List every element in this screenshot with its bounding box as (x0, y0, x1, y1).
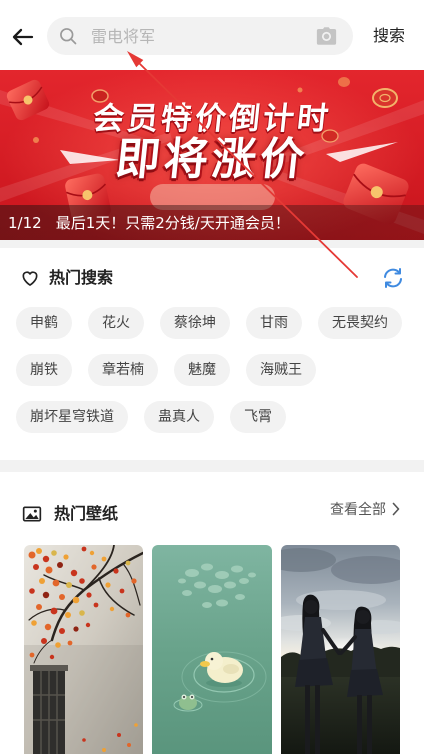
hot-search-title: 热门搜索 (49, 268, 114, 287)
search-tag[interactable]: 崩铁 (16, 354, 72, 386)
search-tag[interactable]: 申鹤 (16, 307, 72, 339)
search-tag[interactable]: 甘雨 (246, 307, 302, 339)
banner-subheadline: 即将涨价 (113, 134, 311, 185)
view-all-label: 查看全部 (330, 502, 386, 518)
image-icon (22, 504, 42, 524)
search-input[interactable] (91, 17, 301, 55)
wallpaper-thumbnail (152, 545, 272, 754)
section-divider (0, 460, 424, 472)
heart-icon (20, 268, 40, 288)
banner-caption-bar: 1/12 最后1天！只需2分钱/天开通会员！ (0, 205, 424, 240)
arrow-left-glyph (12, 28, 34, 46)
search-tag[interactable]: 海贼王 (246, 354, 316, 386)
search-tag[interactable]: 崩坏星穹铁道 (16, 401, 128, 433)
hot-search-tags: 申鹤 花火 蔡徐坤 甘雨 无畏契约 崩铁 章若楠 魅魔 海贼王 崩坏星穹铁道 蛊… (16, 307, 416, 433)
window (30, 665, 68, 754)
banner-caption-text: 最后1天！只需2分钱/天开通会员！ (55, 214, 290, 232)
image-glyph (22, 506, 42, 522)
banner-headline: 会员特价倒计时 (91, 101, 333, 137)
chevron-glyph (392, 502, 400, 516)
view-all-link[interactable]: 查看全部 (330, 498, 400, 520)
search-tag[interactable]: 魅魔 (174, 354, 230, 386)
wallpaper-thumbnail (281, 545, 400, 754)
search-tag[interactable]: 飞霄 (230, 401, 286, 433)
banner-page-indicator: 1/12 (8, 213, 42, 232)
chevron-right-icon (392, 502, 400, 516)
heart-glyph (22, 271, 38, 286)
arrow-left-icon[interactable] (11, 25, 35, 49)
refresh-icon[interactable] (381, 266, 405, 290)
hot-wallpapers-title: 热门壁纸 (54, 504, 119, 523)
search-tag[interactable]: 章若楠 (88, 354, 158, 386)
wallpaper-card[interactable] (152, 545, 272, 754)
search-tag[interactable]: 无畏契约 (318, 307, 402, 339)
section-divider (0, 240, 424, 248)
search-icon (58, 26, 78, 46)
wallpaper-thumbnail (24, 545, 143, 754)
wallpaper-card[interactable] (24, 545, 143, 754)
search-tag[interactable]: 蔡徐坤 (160, 307, 230, 339)
wallpaper-card[interactable] (281, 545, 400, 754)
search-tag[interactable]: 蛊真人 (144, 401, 214, 433)
search-bar[interactable] (47, 17, 353, 55)
search-glyph (60, 28, 77, 45)
refresh-glyph (384, 268, 402, 288)
camera-icon[interactable] (316, 26, 337, 46)
search-tag[interactable]: 花火 (88, 307, 144, 339)
search-button[interactable]: 搜索 (364, 24, 414, 48)
camera-glyph (316, 27, 337, 45)
promo-banner[interactable]: 会员特价倒计时 即将涨价 1/12 最后1天！只需2分钱/天开通会员！ (0, 70, 424, 240)
